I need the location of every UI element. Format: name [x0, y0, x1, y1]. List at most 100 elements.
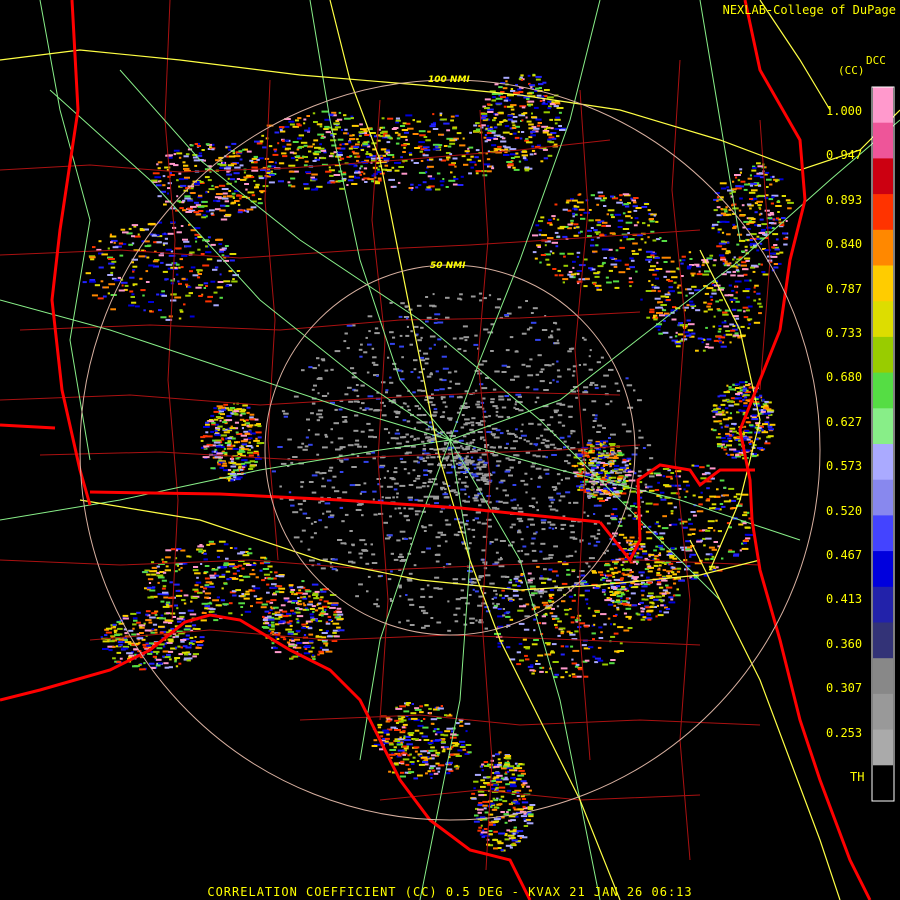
radar-echo-pixel	[754, 211, 758, 214]
radar-echo-pixel	[774, 248, 780, 251]
radar-echo-pixel	[314, 146, 321, 149]
radar-echo-pixel	[400, 760, 405, 763]
radar-echo-pixel	[521, 106, 526, 109]
radar-echo-pixel	[573, 227, 576, 229]
radar-echo-pixel	[174, 604, 178, 607]
radar-echo-pixel	[200, 585, 204, 588]
radar-echo-pixel	[715, 436, 722, 439]
radar-echo-pixel	[228, 563, 235, 566]
radar-echo-pixel	[223, 431, 230, 434]
radar-echo-pixel	[722, 418, 729, 421]
radar-echo-pixel	[172, 616, 176, 618]
radar-echo-pixel	[613, 592, 620, 595]
radar-echo-pixel	[414, 708, 422, 711]
radar-echo-pixel	[504, 821, 508, 824]
radar-echo-pixel	[330, 114, 334, 117]
radar-echo-pixel	[136, 637, 144, 640]
radar-echo-pixel	[459, 724, 464, 727]
radar-echo-pixel	[547, 154, 553, 157]
radar-echo-pixel	[511, 120, 518, 123]
radar-echo-pixel	[189, 613, 197, 616]
radar-echo-pixel	[176, 231, 182, 234]
radar-echo-pixel	[730, 453, 734, 456]
radar-echo-pixel	[131, 235, 136, 238]
radar-echo-pixel	[760, 409, 764, 412]
radar-echo-pixel	[707, 527, 713, 529]
radar-echo-pixel	[431, 754, 436, 757]
radar-echo-pixel	[758, 232, 765, 234]
radar-echo-pixel	[223, 562, 229, 565]
radar-echo-pixel	[470, 155, 474, 158]
radar-echo-pixel	[262, 568, 270, 570]
radar-echo-pixel	[507, 114, 514, 117]
radar-echo-pixel	[360, 149, 365, 151]
radar-echo-pixel	[311, 646, 315, 649]
radar-echo-pixel	[513, 826, 517, 829]
radar-echo-pixel	[303, 604, 307, 607]
radar-echo-pixel	[223, 167, 231, 170]
radar-echo-pixel	[183, 167, 190, 170]
radar-echo-pixel	[528, 789, 532, 792]
radar-echo-pixel	[163, 645, 166, 648]
radar-echo-pixel	[757, 224, 762, 227]
radar-echo-pixel	[409, 761, 415, 763]
radar-echo-pixel	[405, 138, 408, 141]
radar-echo-pixel	[573, 205, 577, 208]
radar-echo-pixel	[506, 161, 513, 163]
radar-echo-pixel	[554, 673, 559, 676]
radar-echo-pixel	[112, 623, 117, 626]
radar-echo-pixel	[192, 569, 199, 572]
radar-echo-pixel	[590, 194, 595, 197]
radar-echo-pixel	[489, 501, 492, 504]
radar-echo-pixel	[654, 256, 660, 259]
radar-echo-pixel	[598, 471, 604, 474]
radar-echo-pixel	[308, 633, 314, 636]
radar-echo-pixel	[737, 263, 741, 266]
radar-echo-pixel	[633, 578, 638, 580]
radar-echo-pixel	[726, 241, 730, 244]
radar-echo-pixel	[603, 205, 607, 207]
radar-echo-pixel	[548, 593, 555, 596]
radar-echo-pixel	[668, 524, 672, 527]
radar-echo-pixel	[205, 245, 208, 248]
radar-echo-pixel	[227, 164, 234, 167]
radar-echo-pixel	[480, 824, 483, 827]
radar-echo-pixel	[606, 472, 611, 475]
radar-echo-pixel	[760, 449, 764, 451]
radar-echo-pixel	[716, 245, 723, 248]
radar-echo-pixel	[604, 599, 612, 602]
radar-echo-pixel	[562, 563, 569, 566]
radar-echo-pixel	[758, 184, 762, 187]
radar-echo-pixel	[673, 582, 677, 585]
radar-echo-pixel	[126, 652, 133, 655]
radar-echo-pixel	[108, 262, 115, 265]
radar-echo-pixel	[450, 753, 454, 756]
radar-echo-pixel	[609, 590, 614, 593]
radar-echo-pixel	[649, 220, 655, 223]
radar-echo-pixel	[535, 660, 538, 662]
radar-echo-pixel	[254, 140, 260, 143]
radar-echo-pixel	[229, 259, 235, 262]
radar-echo-pixel	[238, 575, 243, 577]
radar-echo-pixel	[203, 445, 210, 448]
radar-echo-pixel	[596, 286, 599, 289]
radar-echo-pixel	[498, 86, 503, 89]
radar-echo-pixel	[418, 763, 426, 766]
radar-echo-pixel	[308, 650, 313, 653]
radar-echo-pixel	[746, 223, 750, 226]
radar-echo-pixel	[760, 410, 766, 413]
radar-echo-pixel	[241, 409, 247, 412]
radar-echo-pixel	[725, 444, 732, 447]
radar-echo-pixel	[477, 808, 484, 811]
radar-echo-pixel	[606, 570, 610, 573]
radar-echo-pixel	[709, 467, 716, 470]
radar-echo-pixel	[449, 139, 456, 142]
radar-echo-pixel	[178, 282, 182, 285]
radar-echo-pixel	[297, 597, 300, 599]
radar-echo-pixel	[531, 592, 538, 595]
radar-echo-pixel	[529, 585, 536, 588]
radar-echo-pixel	[596, 203, 600, 206]
radar-echo-pixel	[417, 774, 423, 777]
radar-echo-pixel	[85, 272, 91, 275]
radar-echo-pixel	[744, 381, 748, 384]
